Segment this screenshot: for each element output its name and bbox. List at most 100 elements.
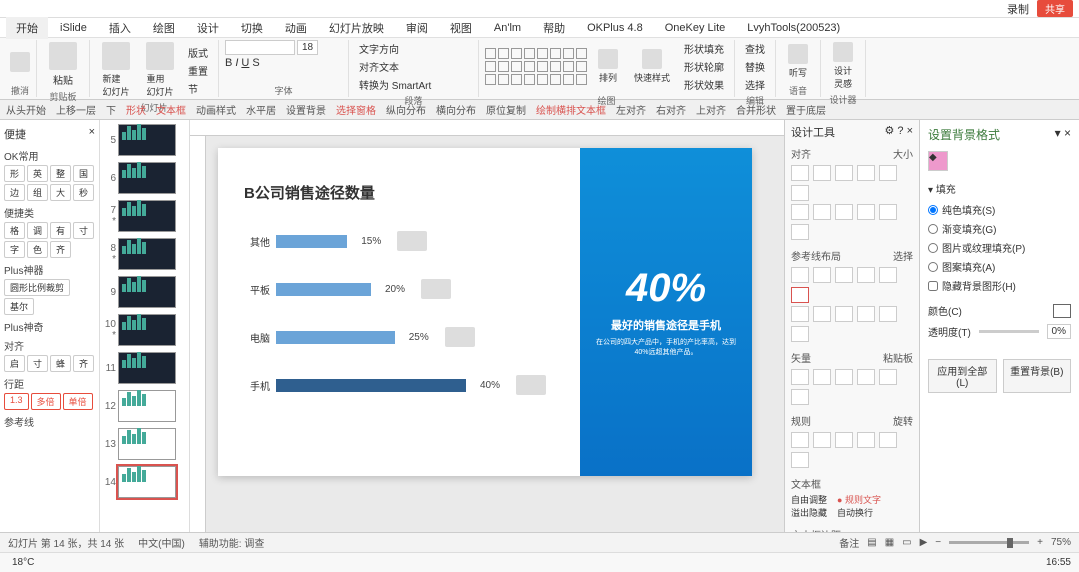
sec-send-back[interactable]: 置于底层 [786,102,826,117]
sec-down[interactable]: 下 [106,102,116,117]
quick-btn[interactable]: 寸 [27,355,48,372]
size-y-icon[interactable] [879,204,897,220]
rot-2-icon[interactable] [879,432,897,448]
bg-close-icon[interactable]: × [1064,126,1071,140]
smartart-button[interactable]: 转换为 SmartArt [355,76,435,93]
quick-btn[interactable]: 寸 [73,222,94,239]
guide-4-icon[interactable] [791,306,809,322]
clock[interactable]: 16:55 [1046,557,1071,568]
vec-1-icon[interactable] [791,369,809,385]
quick-btn[interactable]: 组 [27,184,48,201]
radio-picture[interactable]: 图片或纹理填充(P) [928,240,1071,255]
undo-icon[interactable] [10,52,30,72]
tab-draw[interactable]: 绘图 [143,17,185,39]
sec-anim-styles[interactable]: 动画样式 [196,102,236,117]
paste-button[interactable]: 粘贴 [43,40,83,89]
sec-align-l[interactable]: 左对齐 [616,102,646,117]
quick-btn[interactable]: 有 [50,222,71,239]
select-button[interactable]: 选择 [741,76,769,93]
sel-1-icon[interactable] [857,267,875,283]
quick-spacing-single[interactable]: 单倍 [63,393,93,410]
quick-btn[interactable]: 国 [73,165,94,182]
align-right-icon[interactable] [835,165,853,181]
sec-h-textbox[interactable]: 绘制横排文本框 [536,102,606,117]
quick-styles-button[interactable]: 快速样式 [628,47,676,86]
thumbnail-7[interactable] [118,200,176,232]
quick-btn[interactable]: 色 [27,241,48,258]
thumbnail-6[interactable] [118,162,176,194]
sec-shape[interactable]: 形状 [126,102,146,117]
font-family-select[interactable] [225,40,295,55]
tab-review[interactable]: 审阅 [396,17,438,39]
rule-2-icon[interactable] [813,432,831,448]
zoom-out-icon[interactable]: − [935,537,941,548]
align-mid-icon[interactable] [813,204,831,220]
quick-btn[interactable]: 边 [4,184,25,201]
sec-align-r[interactable]: 右对齐 [656,102,686,117]
shape-effects-button[interactable]: 形状效果 [680,76,728,93]
sec-dist-v[interactable]: 纵向分布 [386,102,426,117]
thumbnail-9[interactable] [118,276,176,308]
weather-widget[interactable]: 18°C [12,557,34,568]
size-w-icon[interactable] [857,165,875,181]
record-button[interactable]: 录制 [1007,1,1029,17]
sel-3-icon[interactable] [791,287,809,303]
quick-btn[interactable]: 圆形比例裁剪 [4,279,70,296]
tab-islide[interactable]: iSlide [50,19,97,37]
rule-3-icon[interactable] [835,432,853,448]
bold-button[interactable]: B [225,57,232,69]
thumbnail-8[interactable] [118,238,176,270]
sel-2-icon[interactable] [879,267,897,283]
quick-close-icon[interactable]: × [89,126,95,142]
zoom-value[interactable]: 75% [1051,537,1071,548]
accessibility-indicator[interactable]: 辅助功能: 调查 [199,535,265,550]
reset-bg-button[interactable]: 重置背景(B) [1003,359,1072,393]
quick-spacing-multi[interactable]: 多倍 [31,393,61,410]
transparency-value[interactable]: 0% [1047,324,1071,339]
replace-button[interactable]: 替换 [741,58,769,75]
quick-btn[interactable]: 蜂 [50,355,71,372]
tab-transition[interactable]: 切换 [231,17,273,39]
vec-3-icon[interactable] [835,369,853,385]
clip-2-icon[interactable] [879,369,897,385]
checkbox-hide-bg[interactable]: 隐藏背景图形(H) [928,278,1071,293]
clip-3-icon[interactable] [791,389,809,405]
thumbnail-10[interactable] [118,314,176,346]
quick-btn[interactable]: 基尔 [4,298,34,315]
thumbnail-13[interactable] [118,428,176,460]
thumbnail-14[interactable] [118,466,176,498]
sel-6-icon[interactable] [791,326,809,342]
task-help-icon[interactable]: ? [897,125,903,137]
quick-btn[interactable]: 形 [4,165,25,182]
sec-center-h[interactable]: 水平居 [246,102,276,117]
quick-btn[interactable]: 字 [4,241,25,258]
quick-btn[interactable]: 调 [27,222,48,239]
notes-button[interactable]: 备注 [839,535,859,550]
quick-btn[interactable]: 英 [27,165,48,182]
view-normal-icon[interactable]: ▤ [867,537,876,548]
arrange-button[interactable]: 排列 [592,47,624,86]
tab-okplus[interactable]: OKPlus 4.8 [577,19,653,37]
find-button[interactable]: 查找 [741,40,769,57]
rule-1-icon[interactable] [791,432,809,448]
align-center-icon[interactable] [813,165,831,181]
quick-btn[interactable]: 格 [4,222,25,239]
strike-button[interactable]: S [252,57,259,69]
tab-home[interactable]: 开始 [6,17,48,39]
size-h-icon[interactable] [879,165,897,181]
tab-onekey[interactable]: OneKey Lite [655,19,736,37]
tab-help[interactable]: 帮助 [533,17,575,39]
thumbnail-5[interactable] [118,124,176,156]
rot-3-icon[interactable] [791,452,809,468]
zoom-in-icon[interactable]: + [1037,537,1043,548]
fill-tab-icon[interactable]: ◆ [928,151,948,171]
vec-2-icon[interactable] [813,369,831,385]
tab-animation[interactable]: 动画 [275,17,317,39]
language-indicator[interactable]: 中文(中国) [138,535,185,550]
shape-gallery[interactable] [485,48,588,86]
guide-6-icon[interactable] [835,306,853,322]
sec-dup[interactable]: 原位复制 [486,102,526,117]
size-x-icon[interactable] [857,204,875,220]
tab-lvyh[interactable]: LvyhTools(200523) [737,19,850,37]
zoom-slider[interactable] [949,541,1029,544]
